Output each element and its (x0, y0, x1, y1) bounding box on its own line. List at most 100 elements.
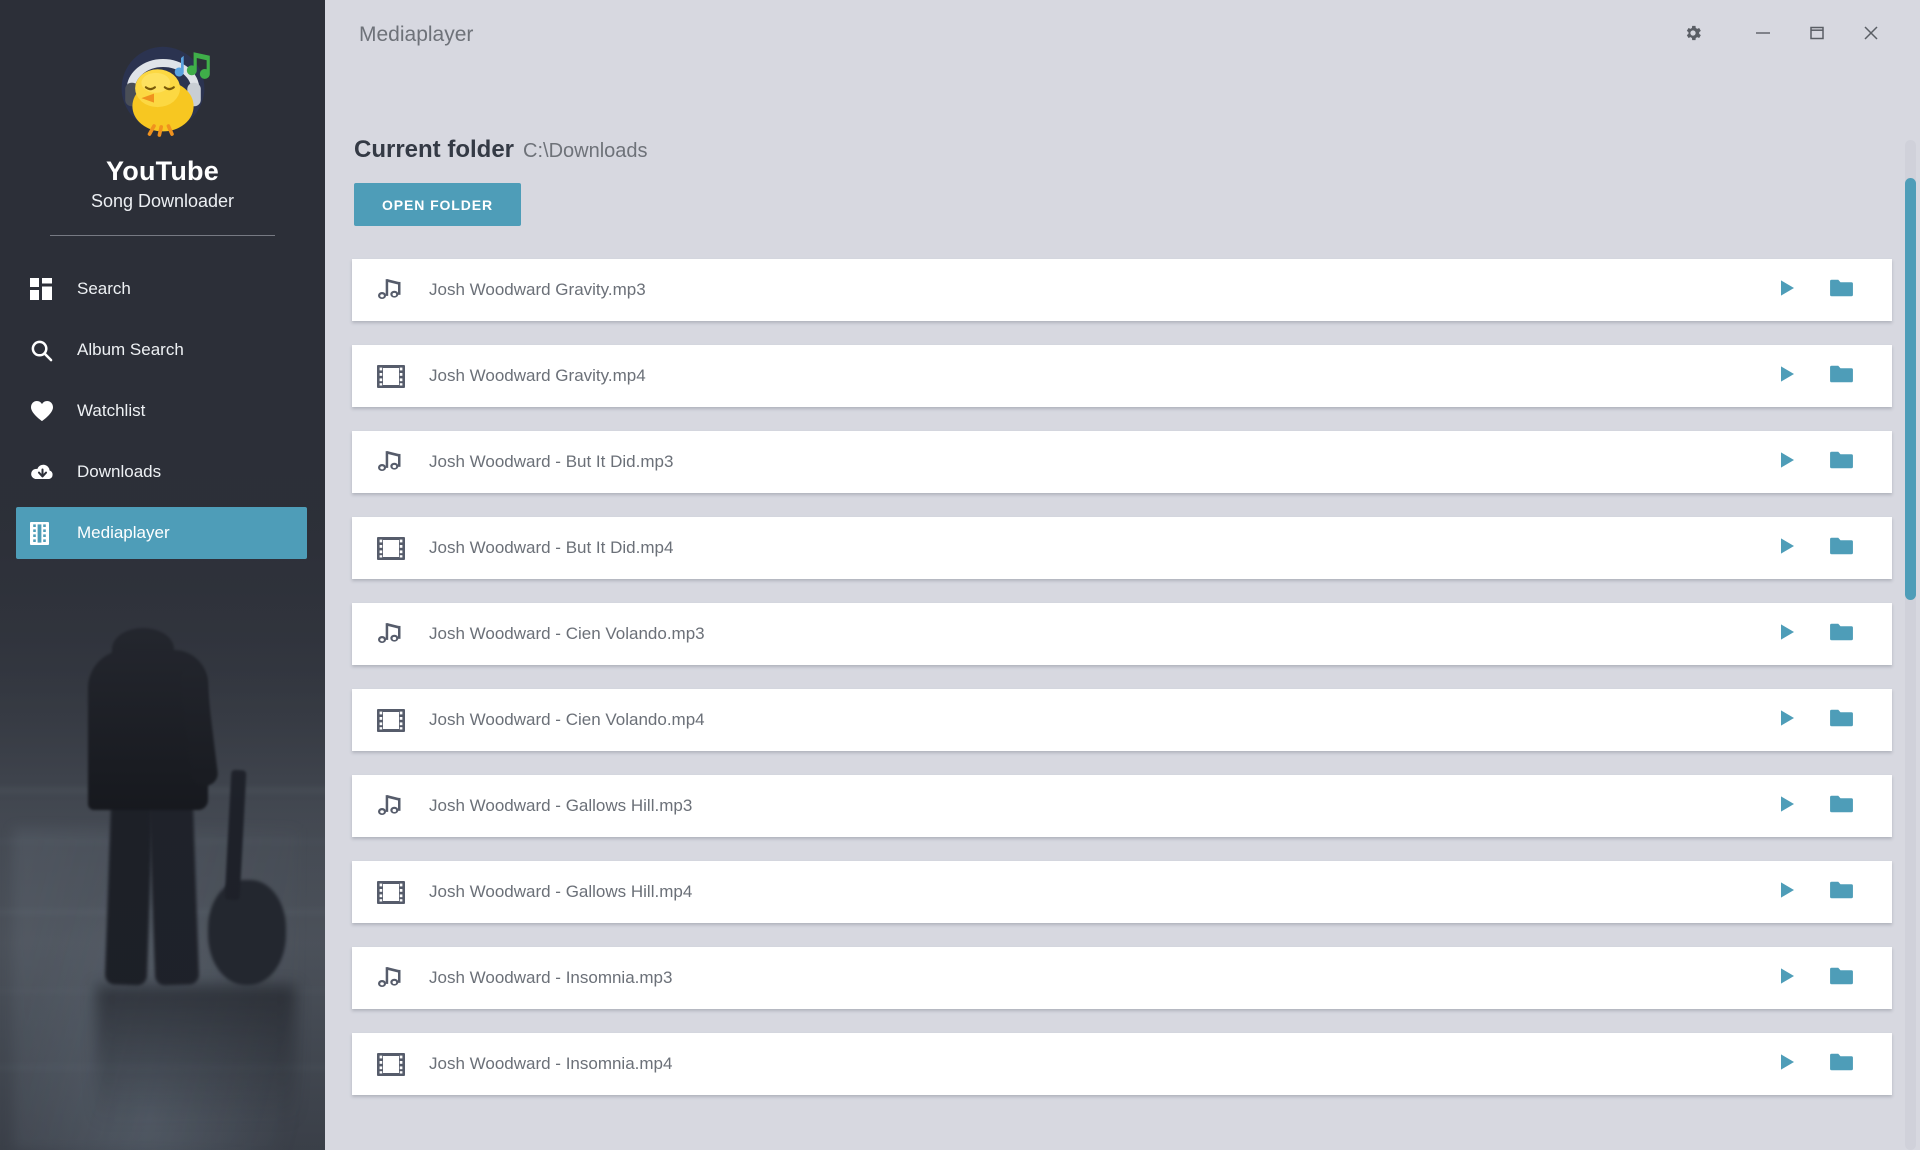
folder-icon (1829, 536, 1854, 561)
open-containing-folder-button[interactable] (1814, 259, 1868, 321)
close-icon (1861, 23, 1881, 48)
open-containing-folder-button[interactable] (1814, 345, 1868, 407)
sidebar-item-mediaplayer[interactable]: Mediaplayer (16, 507, 307, 559)
open-containing-folder-button[interactable] (1814, 775, 1868, 837)
minimize-button[interactable] (1736, 12, 1790, 58)
open-containing-folder-button[interactable] (1814, 861, 1868, 923)
vertical-scrollbar-thumb[interactable] (1905, 178, 1916, 600)
window-controls (1666, 0, 1898, 70)
row-actions (1760, 947, 1892, 1009)
play-icon (1777, 278, 1797, 303)
music-note-icon (352, 794, 429, 819)
film-strip-icon (352, 708, 429, 732)
row-actions (1760, 517, 1892, 579)
open-folder-button[interactable]: OPEN FOLDER (354, 183, 522, 226)
file-name: Josh Woodward - Insomnia.mp3 (429, 968, 673, 987)
play-icon (1777, 966, 1797, 991)
play-button[interactable] (1760, 603, 1814, 665)
file-name: Josh Woodward - Cien Volando.mp3 (429, 624, 705, 643)
film-icon (30, 521, 64, 545)
play-button[interactable] (1760, 775, 1814, 837)
content-area: Current folder C:\Downloads OPEN FOLDER … (325, 136, 1920, 1095)
folder-icon (1829, 364, 1854, 389)
sidebar-item-label: Downloads (77, 462, 162, 481)
play-icon (1777, 364, 1797, 389)
play-icon (1777, 794, 1797, 819)
play-button[interactable] (1760, 861, 1814, 923)
row-actions (1760, 259, 1892, 321)
film-strip-icon (352, 880, 429, 904)
play-button[interactable] (1760, 947, 1814, 1009)
play-button[interactable] (1760, 431, 1814, 493)
folder-icon (1829, 622, 1854, 647)
file-row[interactable]: Josh Woodward - But It Did.mp4 (352, 517, 1892, 579)
open-containing-folder-button[interactable] (1814, 689, 1868, 751)
file-row[interactable]: Josh Woodward Gravity.mp3 (352, 259, 1892, 321)
play-icon (1777, 1052, 1797, 1077)
film-strip-icon (352, 536, 429, 560)
file-row[interactable]: Josh Woodward - But It Did.mp3 (352, 431, 1892, 493)
play-button[interactable] (1760, 259, 1814, 321)
sidebar-item-downloads[interactable]: Downloads (16, 446, 307, 498)
play-button[interactable] (1760, 689, 1814, 751)
folder-icon (1829, 708, 1854, 733)
open-containing-folder-button[interactable] (1814, 1033, 1868, 1095)
folder-icon (1829, 966, 1854, 991)
maximize-button[interactable] (1790, 12, 1844, 58)
play-button[interactable] (1760, 1033, 1814, 1095)
file-name: Josh Woodward - Cien Volando.mp4 (429, 710, 705, 729)
brand-block: YouTube Song Downloader (0, 0, 325, 236)
row-actions (1760, 345, 1892, 407)
music-note-icon (352, 450, 429, 475)
open-containing-folder-button[interactable] (1814, 431, 1868, 493)
row-actions (1760, 861, 1892, 923)
play-icon (1777, 622, 1797, 647)
heart-icon (30, 400, 64, 422)
play-button[interactable] (1760, 345, 1814, 407)
play-button[interactable] (1760, 517, 1814, 579)
file-row[interactable]: Josh Woodward - Cien Volando.mp4 (352, 689, 1892, 751)
file-row[interactable]: Josh Woodward - Cien Volando.mp3 (352, 603, 1892, 665)
row-actions (1760, 775, 1892, 837)
folder-icon (1829, 278, 1854, 303)
play-icon (1777, 450, 1797, 475)
sidebar-item-label: Watchlist (77, 401, 146, 420)
file-name: Josh Woodward - But It Did.mp4 (429, 538, 674, 557)
open-containing-folder-button[interactable] (1814, 603, 1868, 665)
gear-icon (1683, 23, 1703, 48)
row-actions (1760, 603, 1892, 665)
folder-icon (1829, 880, 1854, 905)
sidebar-item-watchlist[interactable]: Watchlist (16, 385, 307, 437)
settings-button[interactable] (1666, 12, 1720, 58)
sidebar-nav: Search Album Search Watchlist Downloads … (0, 263, 325, 559)
grid-icon (30, 278, 64, 300)
titlebar: Mediaplayer (325, 0, 1920, 70)
file-row[interactable]: Josh Woodward - Gallows Hill.mp3 (352, 775, 1892, 837)
open-containing-folder-button[interactable] (1814, 517, 1868, 579)
sidebar: YouTube Song Downloader Search Album Sea… (0, 0, 325, 1150)
file-row[interactable]: Josh Woodward - Insomnia.mp3 (352, 947, 1892, 1009)
chick-with-headphones-logo (121, 46, 210, 137)
file-name: Josh Woodward - Insomnia.mp4 (429, 1054, 673, 1073)
file-row[interactable]: Josh Woodward - Insomnia.mp4 (352, 1033, 1892, 1095)
sidebar-item-album-search[interactable]: Album Search (16, 324, 307, 376)
file-row[interactable]: Josh Woodward - Gallows Hill.mp4 (352, 861, 1892, 923)
close-button[interactable] (1844, 12, 1898, 58)
page-title: Mediaplayer (359, 23, 474, 46)
current-folder-header: Current folder C:\Downloads (352, 136, 1892, 164)
main-content: Mediaplayer Current folder C:\Downloads … (325, 0, 1920, 1150)
file-name: Josh Woodward - Gallows Hill.mp4 (429, 882, 693, 901)
current-folder-path: C:\Downloads (523, 140, 648, 162)
application-window: YouTube Song Downloader Search Album Sea… (0, 0, 1920, 1150)
play-icon (1777, 708, 1797, 733)
file-name: Josh Woodward Gravity.mp4 (429, 366, 646, 385)
play-icon (1777, 536, 1797, 561)
file-name: Josh Woodward - But It Did.mp3 (429, 452, 674, 471)
sidebar-item-search[interactable]: Search (16, 263, 307, 315)
current-folder-label: Current folder (354, 136, 515, 163)
brand-title: YouTube (106, 156, 219, 186)
open-containing-folder-button[interactable] (1814, 947, 1868, 1009)
file-list: Josh Woodward Gravity.mp3 Josh Woodward G… (352, 259, 1892, 1095)
film-strip-icon (352, 364, 429, 388)
file-row[interactable]: Josh Woodward Gravity.mp4 (352, 345, 1892, 407)
